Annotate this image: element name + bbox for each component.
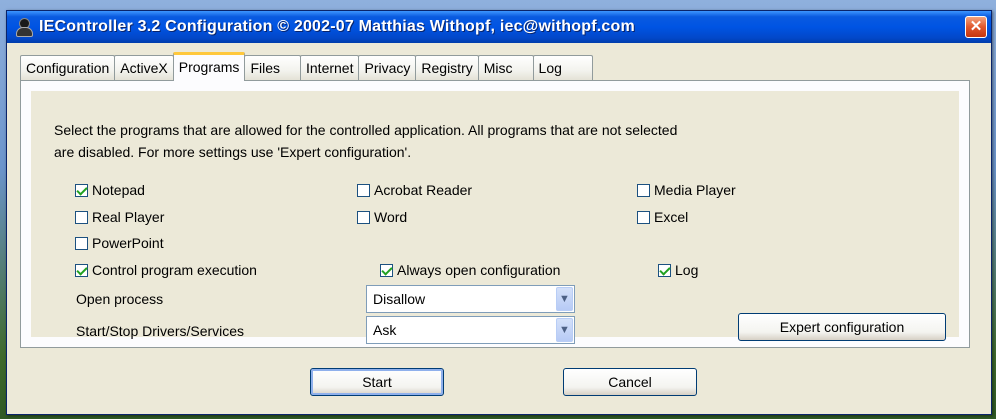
title-bar[interactable]: IEController 3.2 Configuration © 2002-07… (7, 11, 991, 43)
open-process-label: Open process (76, 291, 164, 307)
start-stop-label: Start/Stop Drivers/Services (76, 323, 245, 339)
excel-check-box[interactable] (637, 210, 650, 224)
real-player-label: Real Player (92, 209, 165, 225)
notepad-check-box[interactable] (75, 183, 88, 197)
excel-checkbox[interactable]: Excel (637, 209, 688, 225)
log-label: Log (675, 262, 699, 278)
notepad-checkbox[interactable]: Notepad (75, 182, 145, 198)
cancel-button[interactable]: Cancel (563, 368, 697, 396)
powerpoint-checkbox[interactable]: PowerPoint (75, 235, 164, 251)
description-line-2: are disabled. For more settings use 'Exp… (54, 144, 412, 160)
tab-configuration[interactable]: Configuration (20, 55, 116, 80)
word-checkbox[interactable]: Word (357, 209, 407, 225)
log-check-box[interactable] (658, 263, 671, 277)
description-line-1: Select the programs that are allowed for… (54, 122, 678, 138)
open-process-dropdown[interactable]: Disallow ▼ (366, 285, 575, 313)
word-label: Word (374, 209, 408, 225)
acrobat-check-box[interactable] (357, 183, 370, 197)
acrobat-label: Acrobat Reader (374, 182, 473, 198)
tab-activex[interactable]: ActiveX (114, 55, 174, 80)
control-execution-label: Control program execution (92, 262, 257, 278)
media-player-check-box[interactable] (637, 183, 650, 197)
window-title: IEController 3.2 Configuration © 2002-07… (39, 18, 635, 35)
tab-internet[interactable]: Internet (300, 55, 360, 80)
tab-files[interactable]: Files (244, 55, 301, 80)
tab-log[interactable]: Log (532, 55, 593, 80)
tab-registry[interactable]: Registry (415, 55, 479, 80)
close-button[interactable]: ✕ (965, 16, 987, 38)
programs-description: Select the programs that are allowed for… (54, 119, 854, 163)
always-open-config-checkbox[interactable]: Always open configuration (380, 262, 560, 278)
real-player-check-box[interactable] (75, 210, 88, 224)
chevron-down-icon[interactable]: ▼ (556, 318, 573, 342)
control-execution-checkbox[interactable]: Control program execution (75, 262, 257, 278)
tab-strip: Configuration ActiveX Programs Files Int… (20, 52, 593, 81)
media-player-checkbox[interactable]: Media Player (637, 182, 736, 198)
start-button[interactable]: Start (310, 368, 444, 396)
start-stop-value: Ask (373, 322, 397, 338)
tab-programs[interactable]: Programs (172, 52, 246, 81)
chevron-down-icon[interactable]: ▼ (556, 287, 573, 311)
start-stop-dropdown[interactable]: Ask ▼ (366, 316, 575, 344)
powerpoint-label: PowerPoint (92, 235, 164, 251)
expert-configuration-button[interactable]: Expert configuration (738, 313, 946, 341)
real-player-checkbox[interactable]: Real Player (75, 209, 164, 225)
tab-privacy[interactable]: Privacy (358, 55, 417, 80)
log-checkbox[interactable]: Log (658, 262, 698, 278)
notepad-label: Notepad (92, 182, 145, 198)
app-user-icon (15, 18, 33, 37)
acrobat-checkbox[interactable]: Acrobat Reader (357, 182, 472, 198)
open-process-value: Disallow (373, 291, 426, 307)
media-player-label: Media Player (654, 182, 736, 198)
powerpoint-check-box[interactable] (75, 236, 88, 250)
control-execution-check-box[interactable] (75, 263, 88, 277)
always-open-config-label: Always open configuration (397, 262, 561, 278)
word-check-box[interactable] (357, 210, 370, 224)
always-open-config-check-box[interactable] (380, 263, 393, 277)
excel-label: Excel (654, 209, 689, 225)
tab-misc[interactable]: Misc (477, 55, 534, 80)
